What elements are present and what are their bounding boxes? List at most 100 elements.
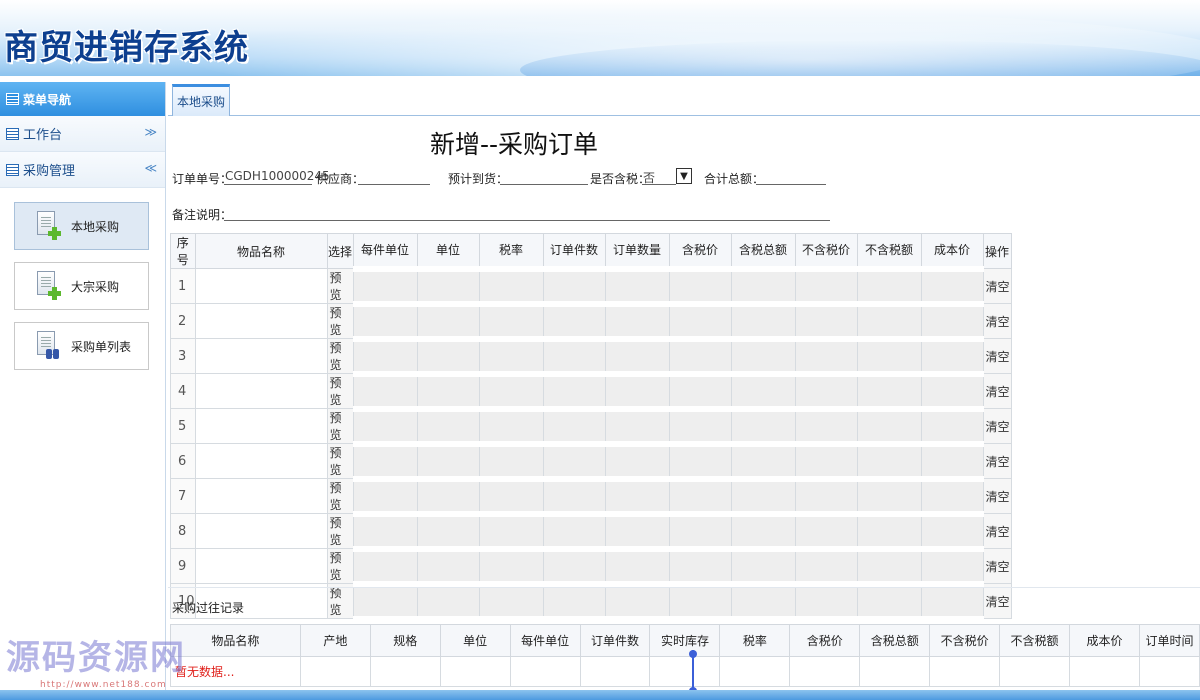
sidebar-item-local-purchase[interactable]: 本地采购 xyxy=(14,202,149,250)
table-cell-input[interactable] xyxy=(794,265,858,307)
clear-link[interactable]: 清空 xyxy=(982,443,1012,479)
table-cell-input[interactable] xyxy=(920,335,984,377)
table-cell-input[interactable] xyxy=(542,300,606,342)
table-cell-input[interactable] xyxy=(856,510,922,552)
table-cell-input[interactable] xyxy=(416,580,480,622)
table-cell-input[interactable] xyxy=(920,265,984,307)
clear-link[interactable]: 清空 xyxy=(982,303,1012,339)
table-cell-input[interactable] xyxy=(478,335,544,377)
clear-link[interactable]: 清空 xyxy=(982,548,1012,584)
supplier-field[interactable] xyxy=(358,169,430,185)
table-cell-input[interactable] xyxy=(920,440,984,482)
table-cell-input[interactable] xyxy=(668,580,732,622)
preview-link[interactable]: 预览 xyxy=(326,548,354,584)
table-cell-input[interactable] xyxy=(352,545,418,587)
clear-link[interactable]: 清空 xyxy=(982,408,1012,444)
table-cell-input[interactable] xyxy=(856,475,922,517)
table-cell-input[interactable] xyxy=(416,265,480,307)
table-cell-input[interactable] xyxy=(416,510,480,552)
table-cell-input[interactable] xyxy=(542,370,606,412)
table-cell-input[interactable] xyxy=(604,580,670,622)
table-cell-input[interactable] xyxy=(730,510,796,552)
table-cell-input[interactable] xyxy=(416,405,480,447)
table-cell-input[interactable] xyxy=(794,545,858,587)
table-cell-input[interactable] xyxy=(604,545,670,587)
preview-link[interactable]: 预览 xyxy=(326,338,354,374)
table-cell-input[interactable] xyxy=(542,405,606,447)
table-cell-input[interactable] xyxy=(794,405,858,447)
table-cell-input[interactable] xyxy=(416,440,480,482)
table-cell-input[interactable] xyxy=(478,545,544,587)
table-cell-input[interactable] xyxy=(542,510,606,552)
table-cell-input[interactable] xyxy=(856,580,922,622)
table-cell-input[interactable] xyxy=(352,335,418,377)
preview-link[interactable]: 预览 xyxy=(326,303,354,339)
table-cell-input[interactable] xyxy=(794,510,858,552)
table-cell-input[interactable] xyxy=(856,300,922,342)
table-cell-input[interactable] xyxy=(668,440,732,482)
table-cell-input[interactable] xyxy=(542,545,606,587)
table-cell-input[interactable] xyxy=(856,440,922,482)
table-cell-input[interactable] xyxy=(478,265,544,307)
table-cell-input[interactable] xyxy=(604,475,670,517)
table-cell-input[interactable] xyxy=(478,405,544,447)
table-cell-input[interactable] xyxy=(856,545,922,587)
item-name-input[interactable] xyxy=(194,548,328,584)
table-cell-input[interactable] xyxy=(668,475,732,517)
table-cell-input[interactable] xyxy=(542,580,606,622)
table-cell-input[interactable] xyxy=(542,265,606,307)
table-cell-input[interactable] xyxy=(794,370,858,412)
table-cell-input[interactable] xyxy=(920,510,984,552)
table-cell-input[interactable] xyxy=(352,370,418,412)
table-cell-input[interactable] xyxy=(856,335,922,377)
table-cell-input[interactable] xyxy=(730,580,796,622)
sidebar-item-purchase-list[interactable]: 采购单列表 xyxy=(14,322,149,370)
table-cell-input[interactable] xyxy=(478,475,544,517)
table-cell-input[interactable] xyxy=(668,405,732,447)
table-cell-input[interactable] xyxy=(794,440,858,482)
table-cell-input[interactable] xyxy=(604,300,670,342)
table-cell-input[interactable] xyxy=(478,300,544,342)
eta-field[interactable] xyxy=(500,169,588,185)
table-cell-input[interactable] xyxy=(352,300,418,342)
table-cell-input[interactable] xyxy=(604,370,670,412)
table-cell-input[interactable] xyxy=(730,475,796,517)
preview-link[interactable]: 预览 xyxy=(326,513,354,549)
table-cell-input[interactable] xyxy=(668,335,732,377)
item-name-input[interactable] xyxy=(194,478,328,514)
chevron-up-icon[interactable]: ≪ xyxy=(144,161,157,175)
table-cell-input[interactable] xyxy=(478,440,544,482)
table-cell-input[interactable] xyxy=(920,545,984,587)
chevron-down-icon[interactable]: ≫ xyxy=(144,125,157,139)
sidebar-group-workbench[interactable]: 工作台 ≫ xyxy=(0,116,165,152)
table-cell-input[interactable] xyxy=(794,335,858,377)
clear-link[interactable]: 清空 xyxy=(982,373,1012,409)
clear-link[interactable]: 清空 xyxy=(982,478,1012,514)
table-cell-input[interactable] xyxy=(478,370,544,412)
clear-link[interactable]: 清空 xyxy=(982,583,1012,619)
table-cell-input[interactable] xyxy=(794,580,858,622)
table-cell-input[interactable] xyxy=(542,440,606,482)
tab-local-purchase[interactable]: 本地采购 xyxy=(172,84,230,116)
sidebar-item-bulk-purchase[interactable]: 大宗采购 xyxy=(14,262,149,310)
chevron-down-icon[interactable]: ▼ xyxy=(676,168,692,184)
table-cell-input[interactable] xyxy=(730,405,796,447)
table-cell-input[interactable] xyxy=(416,475,480,517)
total-field[interactable] xyxy=(756,169,826,185)
clear-link[interactable]: 清空 xyxy=(982,513,1012,549)
table-cell-input[interactable] xyxy=(352,265,418,307)
table-cell-input[interactable] xyxy=(856,265,922,307)
table-cell-input[interactable] xyxy=(668,370,732,412)
table-cell-input[interactable] xyxy=(604,405,670,447)
item-name-input[interactable] xyxy=(194,373,328,409)
table-cell-input[interactable] xyxy=(352,405,418,447)
table-cell-input[interactable] xyxy=(352,580,418,622)
table-cell-input[interactable] xyxy=(856,370,922,412)
table-cell-input[interactable] xyxy=(920,300,984,342)
preview-link[interactable]: 预览 xyxy=(326,373,354,409)
table-cell-input[interactable] xyxy=(478,510,544,552)
table-cell-input[interactable] xyxy=(920,405,984,447)
table-cell-input[interactable] xyxy=(668,545,732,587)
table-cell-input[interactable] xyxy=(920,370,984,412)
sidebar-group-purchase[interactable]: 采购管理 ≪ xyxy=(0,152,165,188)
